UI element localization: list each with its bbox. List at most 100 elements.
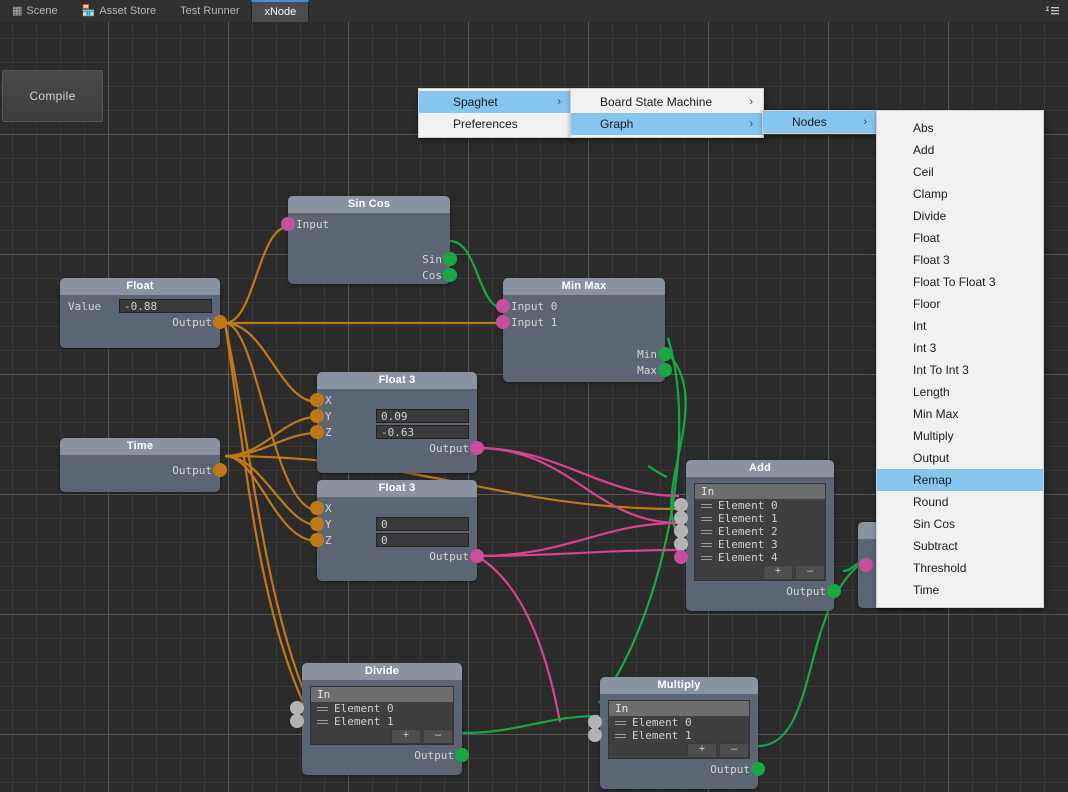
port-x-icon[interactable] — [310, 393, 324, 407]
divide-input-list[interactable]: In Element 0 Element 1 + – — [290, 686, 454, 745]
port-input-0-icon[interactable] — [496, 299, 510, 313]
menu-item-threshold[interactable]: Threshold — [877, 557, 1043, 579]
add-input-list[interactable]: In Element 0 Element 1 Element 2 Element… — [674, 483, 826, 581]
port-y-icon[interactable] — [310, 409, 324, 423]
node-add[interactable]: Add In Element 0 Element 1 Element 2 Ele… — [674, 460, 841, 611]
port-element-1-icon[interactable] — [674, 511, 688, 525]
menu-item-time[interactable]: Time — [877, 579, 1043, 601]
remove-element-button[interactable]: – — [423, 729, 453, 744]
value-field[interactable]: -0.88 — [119, 299, 212, 313]
port-element-0-icon[interactable] — [588, 715, 602, 729]
port-row-output[interactable]: Output — [68, 462, 227, 478]
port-output-icon[interactable] — [751, 762, 765, 776]
menu-item-abs[interactable]: Abs — [877, 117, 1043, 139]
port-input-1-icon[interactable] — [496, 315, 510, 329]
menu-item-float-3[interactable]: Float 3 — [877, 249, 1043, 271]
port-row-x[interactable]: X — [310, 392, 469, 408]
port-element-3-icon[interactable] — [674, 537, 688, 551]
port-row-sin[interactable]: Sin — [296, 251, 457, 267]
drag-handle-icon[interactable] — [615, 732, 626, 739]
context-menu-level-1[interactable]: Spaghet › Preferences — [418, 88, 572, 138]
tab-asset-store[interactable]: 🏪 Asset Store — [70, 0, 169, 22]
value-row[interactable]: Value -0.88 — [68, 298, 212, 314]
tab-test-runner[interactable]: Test Runner — [168, 0, 251, 22]
node-float3-b[interactable]: Float 3 X Y 0 Z 0 Output — [310, 480, 484, 581]
context-menu-level-2[interactable]: Board State Machine › Graph › — [570, 88, 764, 138]
menu-item-ceil[interactable]: Ceil — [877, 161, 1043, 183]
drag-handle-icon[interactable] — [317, 718, 328, 725]
node-min-max[interactable]: Min Max Input 0 Input 1 Min Max — [496, 278, 672, 382]
port-output-icon[interactable] — [827, 584, 841, 598]
menu-item-min-max[interactable]: Min Max — [877, 403, 1043, 425]
port-max-icon[interactable] — [658, 363, 672, 377]
port-row-cos[interactable]: Cos — [296, 267, 457, 283]
list-item[interactable]: Element 0 — [290, 701, 453, 715]
drag-handle-icon[interactable] — [701, 515, 712, 522]
multiply-input-list[interactable]: In Element 0 Element 1 + – — [588, 700, 750, 759]
menu-item-spaghet[interactable]: Spaghet › — [419, 91, 571, 113]
menu-item-add[interactable]: Add — [877, 139, 1043, 161]
drag-handle-icon[interactable] — [317, 705, 328, 712]
drag-handle-icon[interactable] — [701, 528, 712, 535]
port-row-y[interactable]: Y 0.09 — [310, 408, 469, 424]
node-multiply[interactable]: Multiply In Element 0 Element 1 + – Outp… — [588, 677, 765, 789]
graph-canvas[interactable]: Compile Sin Cos Input Sin Cos Float Valu… — [0, 22, 1068, 792]
context-menu-nodes-list[interactable]: Abs Add Ceil Clamp Divide Float Float 3 … — [876, 110, 1044, 608]
port-row-input-0[interactable]: Input 0 — [496, 298, 657, 314]
port-element-0-icon[interactable] — [674, 498, 688, 512]
menu-item-nodes[interactable]: Nodes › — [763, 111, 877, 133]
port-output-icon[interactable] — [470, 549, 484, 563]
tab-scene[interactable]: ▦ Scene — [0, 0, 70, 22]
port-row-z[interactable]: Z -0.63 — [310, 424, 469, 440]
list-item[interactable]: Element 2 — [674, 524, 825, 538]
port-element-2-icon[interactable] — [674, 524, 688, 538]
port-row-input-1[interactable]: Input 1 — [496, 314, 657, 330]
port-z-icon[interactable] — [310, 425, 324, 439]
port-row-max[interactable]: Max — [511, 362, 672, 378]
port-output-icon[interactable] — [470, 441, 484, 455]
remove-element-button[interactable]: – — [719, 743, 749, 758]
port-sin-icon[interactable] — [443, 252, 457, 266]
node-float[interactable]: Float Value -0.88 Output — [60, 278, 227, 348]
port-element-1-icon[interactable] — [290, 714, 304, 728]
port-row-y[interactable]: Y 0 — [310, 516, 469, 532]
list-item[interactable]: Element 3 — [674, 537, 825, 551]
menu-item-floor[interactable]: Floor — [877, 293, 1043, 315]
menu-item-length[interactable]: Length — [877, 381, 1043, 403]
remove-element-button[interactable]: – — [795, 565, 825, 580]
menu-item-subtract[interactable]: Subtract — [877, 535, 1043, 557]
menu-item-float-to-float-3[interactable]: Float To Float 3 — [877, 271, 1043, 293]
menu-item-int[interactable]: Int — [877, 315, 1043, 337]
tab-xnode[interactable]: xNode — [251, 0, 310, 22]
z-field[interactable]: -0.63 — [376, 425, 469, 439]
drag-handle-icon[interactable] — [701, 502, 712, 509]
port-output-icon[interactable] — [213, 463, 227, 477]
port-row-output[interactable]: Output — [608, 761, 765, 777]
list-item[interactable]: Element 4 — [674, 550, 825, 564]
menu-item-int-to-int-3[interactable]: Int To Int 3 — [877, 359, 1043, 381]
list-item[interactable]: Element 1 — [588, 728, 749, 742]
port-cos-icon[interactable] — [443, 268, 457, 282]
port-row-output[interactable]: Output — [325, 440, 484, 456]
z-field[interactable]: 0 — [376, 533, 469, 547]
y-field[interactable]: 0.09 — [376, 409, 469, 423]
port-z-icon[interactable] — [310, 533, 324, 547]
port-row-output[interactable]: Output — [325, 548, 484, 564]
menu-item-clamp[interactable]: Clamp — [877, 183, 1043, 205]
menu-item-graph[interactable]: Graph › — [571, 113, 763, 135]
node-time[interactable]: Time Output — [60, 438, 227, 492]
list-item[interactable]: Element 0 — [588, 715, 749, 729]
port-min-icon[interactable] — [658, 347, 672, 361]
y-field[interactable]: 0 — [376, 517, 469, 531]
hamburger-menu-icon[interactable] — [1036, 0, 1068, 22]
port-row-x[interactable]: X — [310, 500, 469, 516]
port-element-1-icon[interactable] — [588, 728, 602, 742]
port-input-icon[interactable] — [281, 217, 295, 231]
menu-item-board-state-machine[interactable]: Board State Machine › — [571, 91, 763, 113]
list-item[interactable]: Element 0 — [674, 498, 825, 512]
context-menu-level-3[interactable]: Nodes › — [762, 110, 878, 134]
port-element-4-icon[interactable] — [674, 550, 688, 564]
compile-button[interactable]: Compile — [2, 70, 103, 122]
menu-item-remap[interactable]: Remap — [877, 469, 1043, 491]
menu-item-multiply[interactable]: Multiply — [877, 425, 1043, 447]
